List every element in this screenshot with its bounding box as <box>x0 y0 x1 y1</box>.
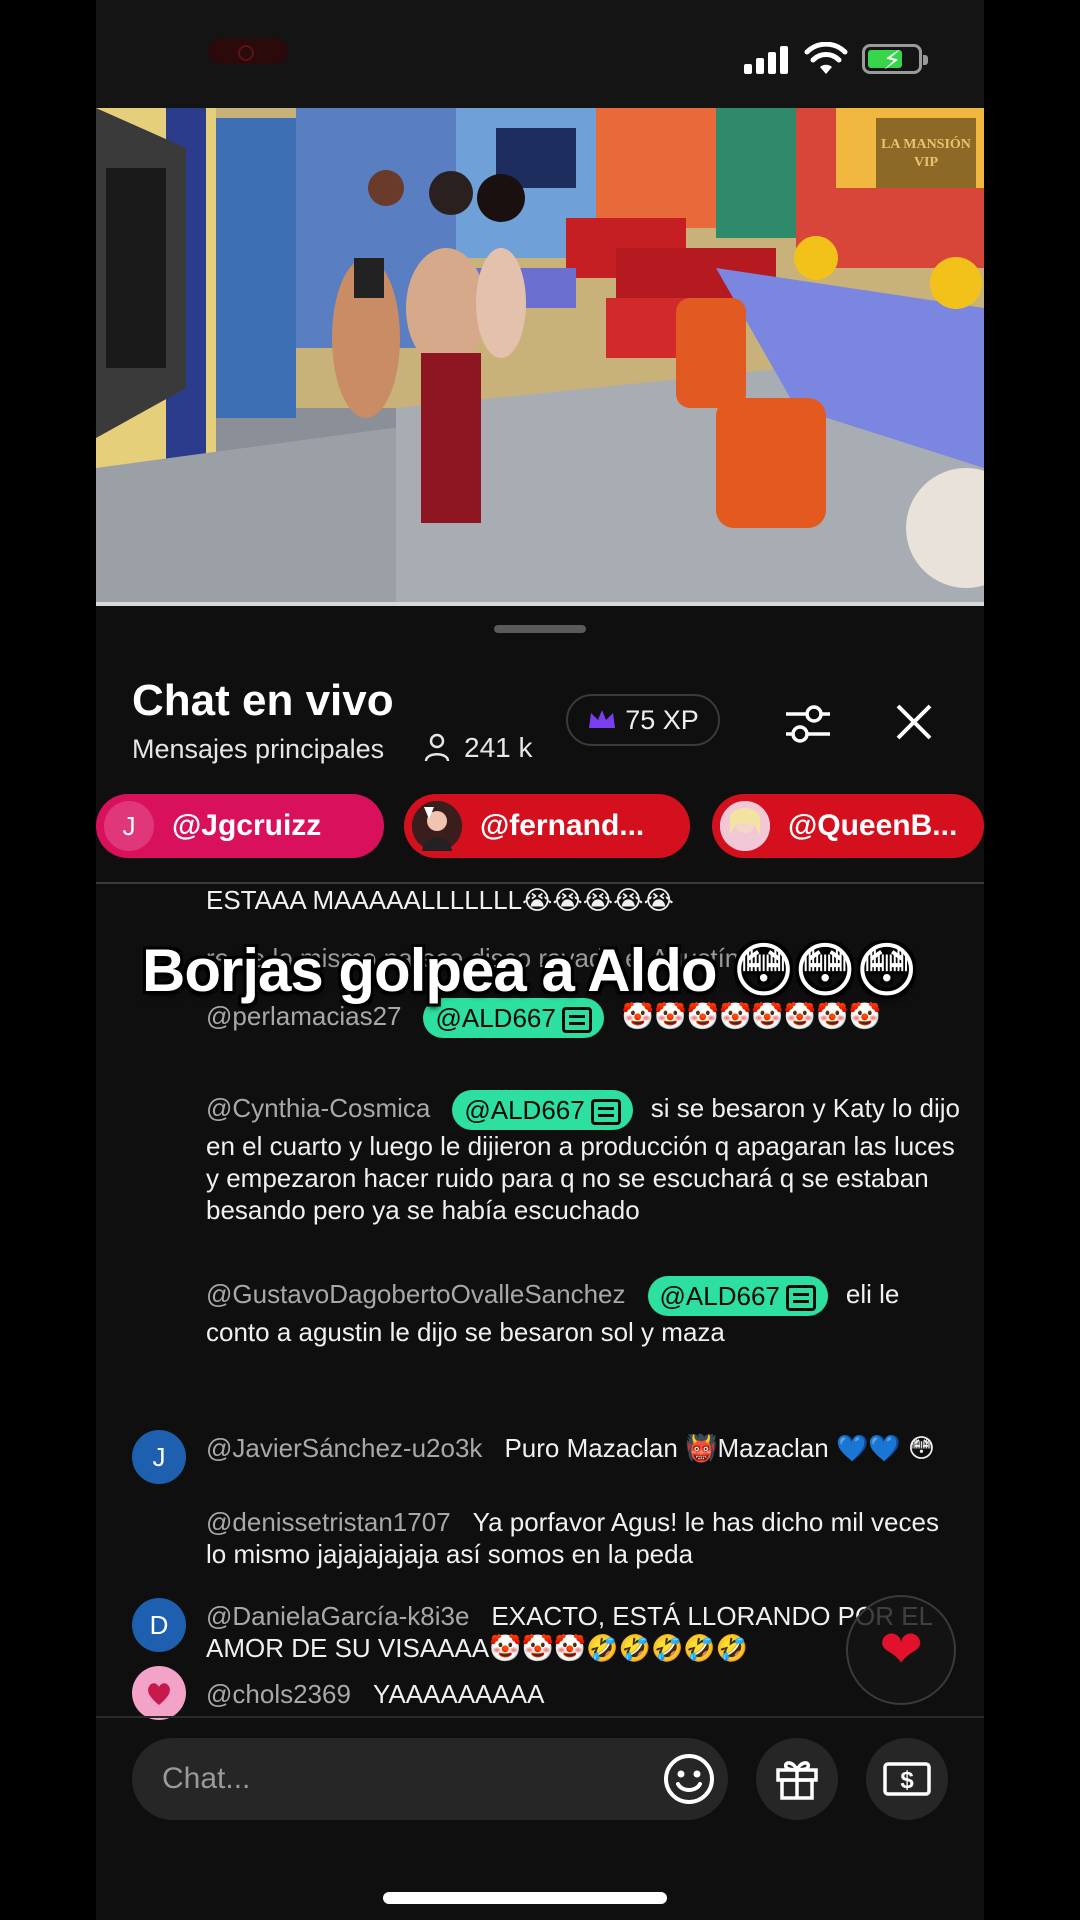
signal-icon <box>744 44 794 74</box>
svg-text:$: $ <box>900 1767 914 1794</box>
reply-icon <box>561 1007 592 1034</box>
filter-sliders-icon[interactable] <box>784 702 832 746</box>
message-author[interactable]: @GustavoDagobertoOvalleSanchez <box>206 1279 626 1309</box>
message-author[interactable]: @JavierSánchez-u2o3k <box>206 1433 482 1463</box>
drag-handle[interactable] <box>494 625 586 633</box>
viewer-count: 241 k <box>424 732 533 764</box>
reply-icon <box>590 1099 621 1126</box>
mention-chip[interactable]: @ALD667 <box>647 1276 828 1316</box>
pinned-superchats: J @Jgcruizz @fernand... @QueenB... <box>96 794 984 858</box>
list-item: @Cynthia-Cosmica @ALD667 si se besaron y K… <box>206 1090 966 1226</box>
avatar <box>412 801 462 851</box>
pinned-chip[interactable]: @fernand... <box>404 794 690 858</box>
list-item: @chols2369 YAAAAAAAAA <box>206 1678 966 1710</box>
avatar[interactable]: J <box>132 1430 186 1484</box>
list-item: ESTAAA MAAAAALLLLLLL😭😭😭😭😭 <box>206 884 966 916</box>
video-caption-overlay: Borjas golpea a Aldo 😳😳😳 <box>142 937 918 1004</box>
crown-icon <box>589 710 616 728</box>
pinned-chip[interactable]: @QueenB... <box>712 794 984 858</box>
live-chat-panel: Chat en vivo Mensajes principales 241 k … <box>96 610 984 1920</box>
avatar <box>720 801 770 851</box>
close-icon[interactable] <box>892 700 936 744</box>
status-bar: ⚡ <box>96 0 984 108</box>
xp-badge[interactable]: 75 XP <box>566 694 720 746</box>
person-icon <box>424 733 450 762</box>
message-author[interactable]: @Cynthia-Cosmica <box>206 1093 430 1123</box>
dollar-bill-icon: $ <box>883 1762 931 1796</box>
pinned-handle: @QueenB... <box>788 809 958 842</box>
avatar: J <box>104 801 154 851</box>
chat-message-list[interactable]: ESTAAA MAAAAALLLLLLL😭😭😭😭😭 re, te lo mism… <box>96 884 984 1724</box>
avatar[interactable] <box>132 1666 186 1720</box>
video-frame: LA MANSIÓN VIP <box>96 108 984 602</box>
list-item: @GustavoDagobertoOvalleSanchez @ALD667 eli… <box>206 1276 966 1348</box>
message-text: ESTAAA MAAAAALLLLLLL😭😭😭😭😭 <box>206 885 674 915</box>
emoji-icon[interactable] <box>662 1752 716 1806</box>
chat-mode-selector[interactable]: Mensajes principales <box>132 734 384 765</box>
message-author[interactable]: @DanielaGarcía-k8i3e <box>206 1601 469 1631</box>
battery-charging-icon: ⚡ <box>862 44 928 75</box>
viewer-count-value: 241 k <box>464 732 533 763</box>
message-author[interactable]: @chols2369 <box>206 1679 351 1709</box>
message-text: Puro Mazaclan 👹Mazaclan 💙💙 😳 <box>504 1433 936 1463</box>
watermark-line1: LA MANSIÓN <box>881 135 971 152</box>
divider <box>96 1716 984 1718</box>
chat-title: Chat en vivo <box>132 676 394 725</box>
heart-avatar-icon <box>148 1683 170 1705</box>
phone-screen: ⚡ LA MANSIÓN VIP Chat en vivo Mensajes p… <box>96 0 984 1920</box>
message-text: YAAAAAAAAA <box>372 1679 545 1709</box>
xp-value: 75 XP <box>625 704 699 735</box>
reply-icon <box>785 1285 816 1312</box>
chat-input[interactable]: Chat... <box>132 1738 728 1820</box>
wifi-icon <box>804 42 848 74</box>
video-player[interactable]: LA MANSIÓN VIP <box>96 108 984 606</box>
message-author[interactable]: @denissetristan1707 <box>206 1507 451 1537</box>
avatar[interactable]: D <box>132 1598 186 1652</box>
pinned-handle: @Jgcruizz <box>172 809 322 842</box>
list-item: @JavierSánchez-u2o3k Puro Mazaclan 👹Mazac… <box>206 1432 966 1464</box>
gift-button[interactable] <box>756 1738 838 1820</box>
gift-icon <box>776 1761 818 1800</box>
watermark-line2: VIP <box>914 155 939 170</box>
heart-reaction-button[interactable]: ❤ <box>846 1595 956 1705</box>
pinned-chip[interactable]: J @Jgcruizz <box>96 794 384 858</box>
mention-chip[interactable]: @ALD667 <box>452 1090 633 1130</box>
home-indicator[interactable] <box>383 1892 667 1904</box>
heart-icon: ❤ <box>879 1621 923 1679</box>
screen-recording-indicator <box>208 38 288 64</box>
super-chat-button[interactable]: $ <box>866 1738 948 1820</box>
pinned-handle: @fernand... <box>480 809 645 842</box>
list-item: @denissetristan1707 Ya porfavor Agus! le … <box>206 1506 966 1570</box>
